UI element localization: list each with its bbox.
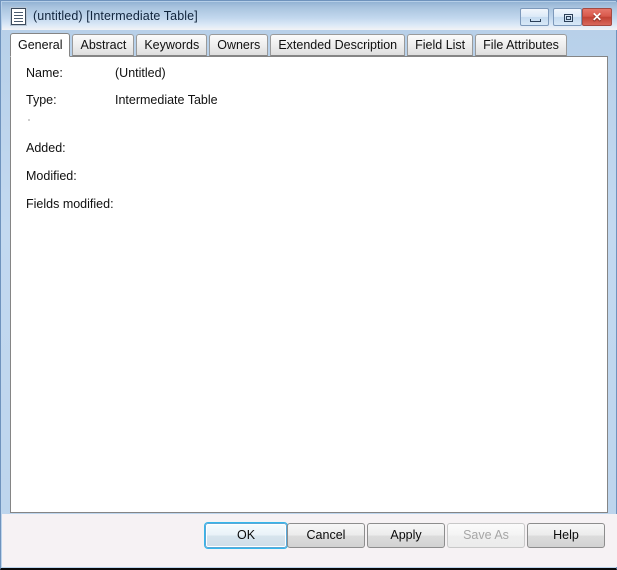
fields-modified-label: Fields modified:: [26, 197, 114, 211]
tab-file-attributes[interactable]: File Attributes: [475, 34, 567, 56]
properties-dialog-window: (untitled) [Intermediate Table] ✕ Genera…: [0, 0, 617, 570]
cancel-button[interactable]: Cancel: [287, 523, 365, 548]
window-title: (untitled) [Intermediate Table]: [33, 9, 198, 23]
tab-general[interactable]: General: [10, 33, 71, 57]
maximize-icon: [564, 14, 573, 22]
dialog-button-bar: OK Cancel Apply Save As Help: [2, 514, 617, 567]
help-button[interactable]: Help: [527, 523, 605, 548]
minimize-button[interactable]: [520, 8, 549, 26]
type-label: Type:: [26, 93, 57, 107]
maximize-button[interactable]: [553, 8, 582, 26]
tab-strip: General Abstract Keywords Owners Extended De…: [10, 33, 569, 57]
type-value: Intermediate Table: [115, 93, 218, 107]
modified-label: Modified:: [26, 169, 77, 183]
close-icon: ✕: [591, 10, 603, 24]
general-tab-panel: Name: (Untitled) Type: Intermediate Tabl…: [10, 56, 608, 513]
close-button[interactable]: ✕: [582, 8, 612, 26]
save-as-button: Save As: [447, 523, 525, 548]
tab-extended-description[interactable]: Extended Description: [270, 34, 406, 56]
name-label: Name:: [26, 66, 63, 80]
ok-button[interactable]: OK: [205, 523, 287, 548]
title-bar[interactable]: (untitled) [Intermediate Table] ✕: [2, 2, 617, 30]
minimize-icon: [530, 19, 541, 22]
tab-field-list[interactable]: Field List: [407, 34, 474, 56]
added-label: Added:: [26, 141, 66, 155]
document-icon: [11, 8, 26, 25]
tab-keywords[interactable]: Keywords: [136, 34, 208, 56]
tab-owners[interactable]: Owners: [209, 34, 269, 56]
render-artifact-speck: [28, 119, 30, 121]
name-value: (Untitled): [115, 66, 166, 80]
apply-button[interactable]: Apply: [367, 523, 445, 548]
tab-abstract[interactable]: Abstract: [72, 34, 135, 56]
